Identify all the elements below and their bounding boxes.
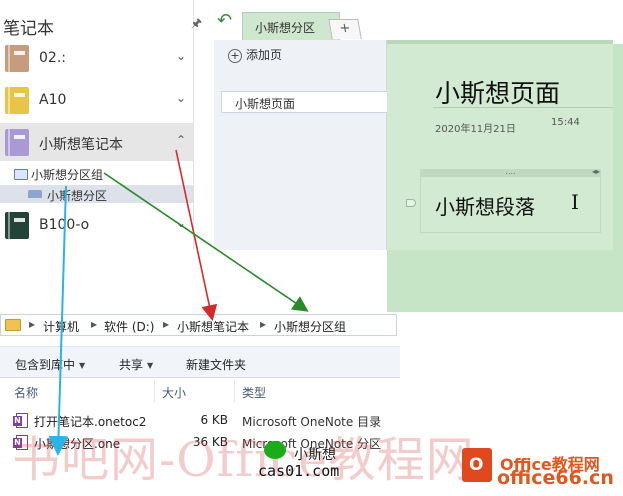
notebook-pane-title: 笔记本	[3, 19, 54, 39]
section-group-item[interactable]: 小斯想分区组	[14, 166, 103, 183]
canvas-right-strip	[613, 44, 623, 250]
page-time: 15:44	[551, 117, 580, 128]
add-section-tab[interactable]: +	[328, 19, 362, 39]
page-list-item[interactable]: 小斯想页面	[221, 91, 387, 113]
column-size-header[interactable]: 大小	[162, 384, 186, 401]
explorer-toolbar: 包含到库中 ▼ 共享 ▼ 新建文件夹	[0, 346, 400, 378]
breadcrumb-notebook[interactable]: 小斯想笔记本	[177, 318, 249, 335]
canvas-lower-strip	[387, 250, 623, 312]
breadcrumb-separator[interactable]: ▸	[29, 317, 35, 331]
breadcrumb-separator[interactable]: ▸	[163, 317, 169, 331]
breadcrumb-computer[interactable]: 计算机	[43, 318, 79, 335]
caret-down-icon: ▼	[79, 361, 86, 370]
grip-dots: ....	[505, 167, 516, 176]
watermark-domain: cas01.com	[258, 462, 340, 480]
office-logo-icon	[462, 448, 492, 482]
note-container-grip[interactable]: .... ◂▸	[420, 167, 601, 177]
include-in-library-label: 包含到库中	[15, 358, 76, 372]
address-bar[interactable]: ▸ 计算机 ▸ 软件 (D:) ▸ 小斯想笔记本 ▸ 小斯想分区组	[0, 314, 397, 336]
notebook-label: 小斯想笔记本	[39, 137, 123, 153]
notebook-label: B100-o	[39, 217, 90, 233]
notebook-label: A10	[39, 92, 67, 108]
notebook-icon	[5, 212, 29, 239]
section-label: 小斯想分区	[47, 189, 108, 203]
notebook-item-xiaosixiang[interactable]: 小斯想笔记本 ⌃	[0, 123, 194, 161]
wechat-icon	[264, 441, 286, 459]
tab-section[interactable]: 小斯想分区	[242, 12, 340, 40]
breadcrumb-section-group[interactable]: 小斯想分区组	[274, 318, 346, 335]
notebook-icon	[5, 129, 29, 156]
page-title[interactable]: 小斯想页面	[435, 74, 560, 110]
watermark-brand-url: office66.cn	[497, 467, 614, 489]
notebook-pane: 笔记本 🖈 02.: ⌄ A10 ⌄ 小斯想笔记本 ⌃ 小斯想分区组 小斯想分区…	[0, 0, 202, 250]
column-type-header[interactable]: 类型	[242, 384, 266, 401]
add-page-label: 添加页	[246, 48, 283, 62]
caret-down-icon: ▼	[147, 361, 154, 370]
note-paragraph[interactable]: 小斯想段落	[435, 191, 535, 220]
chevron-down-icon[interactable]: ⌄	[176, 91, 186, 105]
chevron-down-icon[interactable]: ⌄	[176, 216, 186, 230]
plus-circle-icon: +	[228, 49, 242, 63]
new-folder-button[interactable]: 新建文件夹	[186, 356, 246, 373]
section-group-icon	[14, 169, 28, 180]
notebook-icon	[5, 87, 29, 114]
share-label: 共享	[119, 358, 144, 372]
chevron-down-icon[interactable]: ⌄	[176, 49, 186, 63]
add-page-button[interactable]: + 添加页	[228, 46, 282, 63]
page-list	[214, 40, 387, 250]
watermark-author: 小斯想	[294, 447, 336, 463]
pin-icon[interactable]: 🖈	[191, 14, 202, 35]
column-header-row: 名称 大小 类型	[0, 380, 400, 402]
notebook-item-a10[interactable]: A10 ⌄	[0, 81, 194, 119]
breadcrumb-separator[interactable]: ▸	[260, 317, 266, 331]
breadcrumb-drive[interactable]: 软件 (D:)	[104, 318, 154, 335]
notebook-item-02[interactable]: 02.: ⌄	[0, 39, 194, 77]
chevron-up-icon[interactable]: ⌃	[176, 133, 186, 147]
notebook-item-b100[interactable]: B100-o ⌄	[0, 206, 194, 244]
watermark-site-text: 书吧网-Office教程网	[12, 432, 475, 488]
resize-arrows-icon[interactable]: ◂▸	[592, 168, 600, 176]
text-cursor-icon: I	[571, 190, 579, 214]
section-icon	[28, 190, 42, 198]
column-divider[interactable]	[234, 380, 235, 402]
section-group-label: 小斯想分区组	[31, 168, 104, 182]
page-date: 2020年11月21日	[435, 124, 516, 135]
include-in-library-button[interactable]: 包含到库中 ▼	[15, 356, 85, 373]
section-tab-bar: 小斯想分区 +	[212, 0, 623, 40]
section-item[interactable]: 小斯想分区	[0, 185, 194, 203]
column-divider[interactable]	[154, 380, 155, 402]
breadcrumb-separator[interactable]: ▸	[91, 317, 97, 331]
notebook-icon	[5, 45, 29, 72]
paragraph-handle[interactable]	[406, 199, 416, 207]
notebook-label: 02.:	[39, 50, 66, 66]
share-button[interactable]: 共享 ▼	[119, 356, 153, 373]
folder-icon	[5, 319, 21, 331]
column-name-header[interactable]: 名称	[14, 384, 38, 401]
title-underline	[433, 107, 613, 108]
